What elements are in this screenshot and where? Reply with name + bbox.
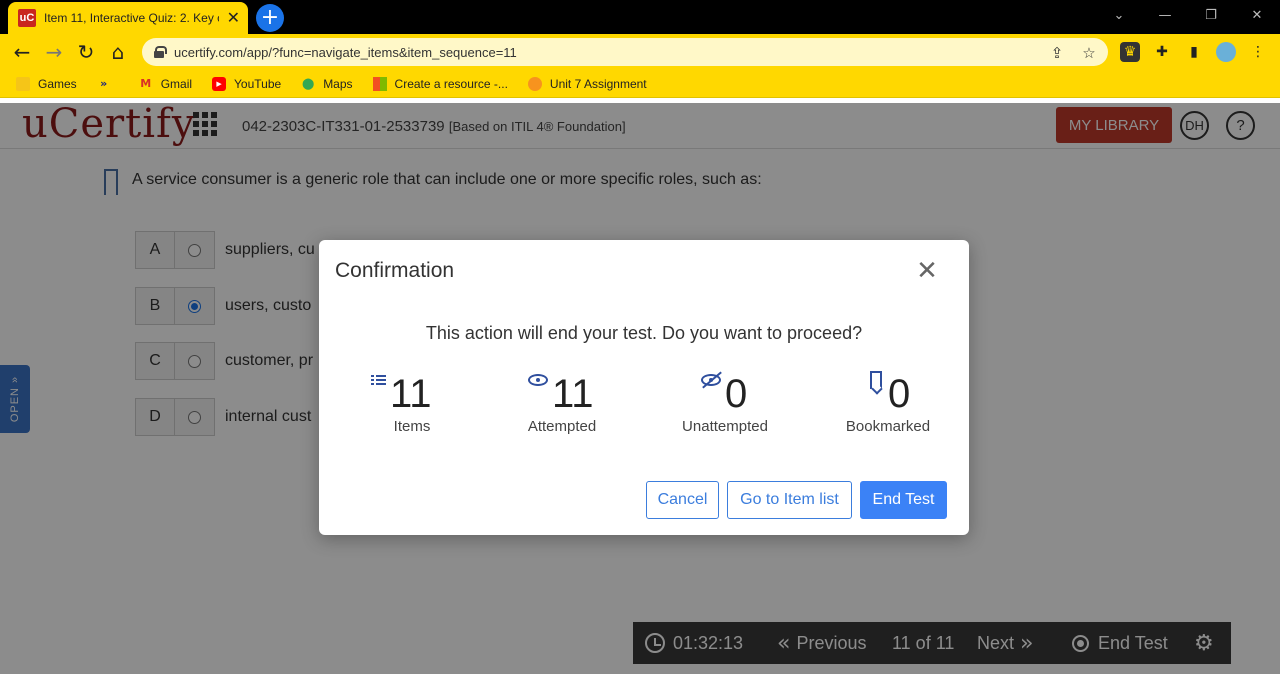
extensions-puzzle-icon[interactable]: ✚ xyxy=(1152,42,1172,62)
close-window-button[interactable]: ✕ xyxy=(1234,0,1280,30)
stat-bookmarked: 0 Bookmarked xyxy=(818,368,958,435)
stat-value: 11 xyxy=(552,372,594,416)
address-bar[interactable]: ucertify.com/app/?func=navigate_items&it… xyxy=(142,38,1108,66)
bookmark-unit7[interactable]: Unit 7 Assignment xyxy=(527,76,647,91)
folder-icon xyxy=(16,76,30,91)
bookmark-games[interactable]: Games xyxy=(16,76,77,91)
stat-value: 0 xyxy=(725,372,748,416)
bookmark-label: Create a resource -... xyxy=(394,76,508,91)
back-button[interactable]: ← xyxy=(8,38,36,66)
dialog-message: This action will end your test. Do you w… xyxy=(425,323,863,343)
confirmation-dialog: Confirmation ✕ This action will end your… xyxy=(319,240,969,535)
eye-slash-icon xyxy=(701,370,722,390)
reload-button[interactable]: ↻ xyxy=(72,38,100,66)
gmail-icon: M xyxy=(140,77,152,90)
ucertify-favicon-icon: uC xyxy=(18,9,36,27)
list-icon xyxy=(368,370,388,390)
stat-value: 11 xyxy=(390,372,432,416)
browser-tab[interactable]: uC Item 11, Interactive Quiz: 2. Key c ✕ xyxy=(8,2,248,34)
lock-icon xyxy=(154,46,167,58)
browser-tab-bar: uC Item 11, Interactive Quiz: 2. Key c ✕… xyxy=(0,0,1280,34)
new-tab-button[interactable]: + xyxy=(256,4,284,32)
bookmark-create-resource[interactable]: Create a resource -... xyxy=(372,76,508,91)
bookmark-label: Gmail xyxy=(160,76,193,91)
go-to-item-list-button[interactable]: Go to Item list xyxy=(727,481,852,519)
bookmark-maps[interactable]: ⬤ Maps xyxy=(301,76,353,91)
bookmark-label: Games xyxy=(38,76,77,91)
app-icon xyxy=(527,76,542,91)
tab-title: Item 11, Interactive Quiz: 2. Key c xyxy=(44,11,219,25)
stat-unattempted: 0 Unattempted xyxy=(655,368,795,435)
stat-value: 0 xyxy=(888,372,911,416)
stat-label: Items xyxy=(393,418,431,435)
stat-label: Bookmarked xyxy=(845,418,931,435)
stat-attempted: 11 Attempted xyxy=(492,368,632,435)
cancel-button[interactable]: Cancel xyxy=(646,481,719,519)
stat-label: Attempted xyxy=(527,418,597,435)
minimize-button[interactable]: — xyxy=(1142,0,1188,30)
bookmark-gmail[interactable]: M Gmail xyxy=(139,77,192,91)
menu-kebab-icon[interactable]: ⋮ xyxy=(1248,42,1268,62)
bookmark-more[interactable]: » xyxy=(97,77,119,91)
bookmark-label: Maps xyxy=(323,76,353,91)
tab-search-icon[interactable]: ⌄ xyxy=(1096,0,1142,30)
restore-button[interactable]: ❐ xyxy=(1188,0,1234,30)
bookmark-icon xyxy=(866,370,886,390)
double-chevron-icon: » xyxy=(100,77,108,90)
maps-icon: ⬤ xyxy=(302,77,315,90)
url-text: ucertify.com/app/?func=navigate_items&it… xyxy=(174,44,517,60)
close-icon[interactable]: ✕ xyxy=(914,258,940,284)
side-panel-icon[interactable]: ▮ xyxy=(1184,42,1204,62)
microsoft-icon xyxy=(372,76,387,91)
star-icon[interactable]: ☆ xyxy=(1078,42,1100,64)
end-test-button[interactable]: End Test xyxy=(860,481,947,519)
bookmark-youtube[interactable]: ▶ YouTube xyxy=(212,76,282,91)
home-button[interactable]: ⌂ xyxy=(104,38,132,66)
stat-label: Unattempted xyxy=(682,418,768,435)
profile-avatar-icon[interactable] xyxy=(1216,42,1236,62)
forward-button[interactable]: → xyxy=(40,38,68,66)
stat-items: 11 Items xyxy=(342,368,482,435)
tab-close-icon[interactable]: ✕ xyxy=(227,8,240,28)
eye-icon xyxy=(528,370,548,390)
browser-toolbar: ← → ↻ ⌂ ucertify.com/app/?func=navigate_… xyxy=(0,34,1280,70)
youtube-icon: ▶ xyxy=(212,76,227,91)
bookmarks-bar: Games » M Gmail ▶ YouTube ⬤ Maps Create … xyxy=(0,70,1280,98)
dialog-title: Confirmation xyxy=(335,259,455,282)
share-icon[interactable]: ⇪ xyxy=(1046,42,1068,64)
bookmark-label: YouTube xyxy=(234,76,282,91)
extension-crown-icon[interactable]: ♛ xyxy=(1120,42,1140,62)
bookmark-label: Unit 7 Assignment xyxy=(549,76,647,91)
